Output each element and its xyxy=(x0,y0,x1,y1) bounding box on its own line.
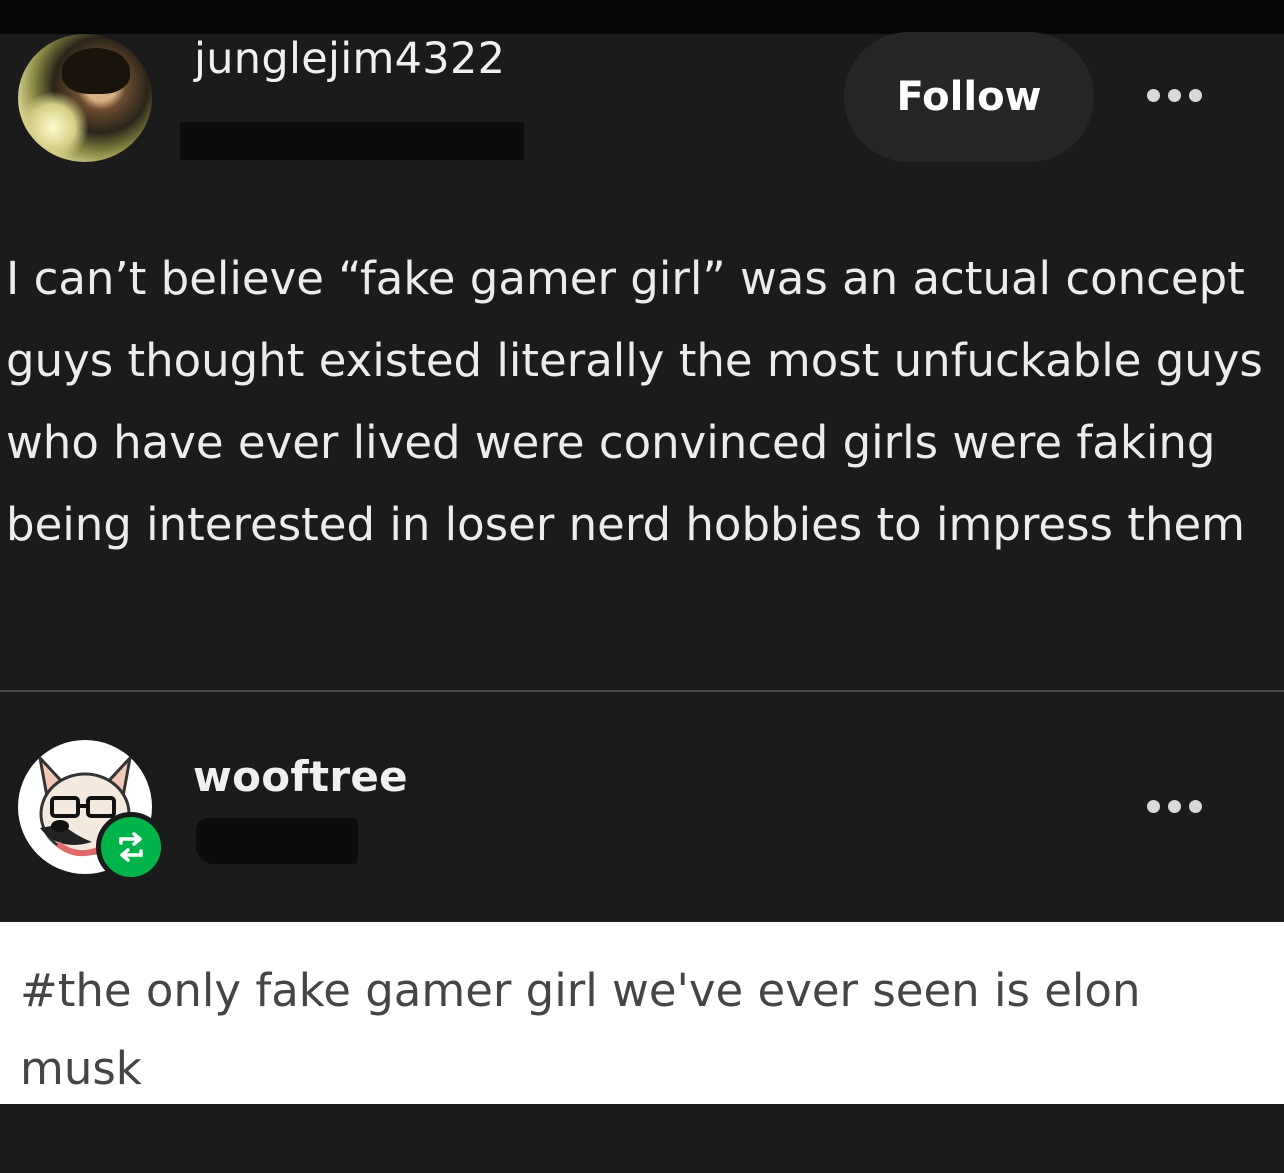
reblog-icon xyxy=(96,812,166,882)
redacted-date xyxy=(180,122,524,160)
author-avatar[interactable] xyxy=(18,34,152,162)
top-bar xyxy=(0,0,1284,34)
follow-button[interactable]: Follow xyxy=(844,32,1094,162)
author-username[interactable]: junglejim4322 xyxy=(194,34,505,84)
divider xyxy=(0,690,1284,692)
more-options-icon[interactable] xyxy=(1147,89,1202,102)
post-text: I can’t believe “fake gamer girl” was an… xyxy=(6,252,1263,551)
post-tag[interactable]: #the only fake gamer girl we've ever see… xyxy=(20,952,1220,1108)
more-options-icon[interactable] xyxy=(1147,800,1202,813)
reblogger-username[interactable]: wooftree xyxy=(193,752,408,801)
redacted-date xyxy=(196,818,358,864)
